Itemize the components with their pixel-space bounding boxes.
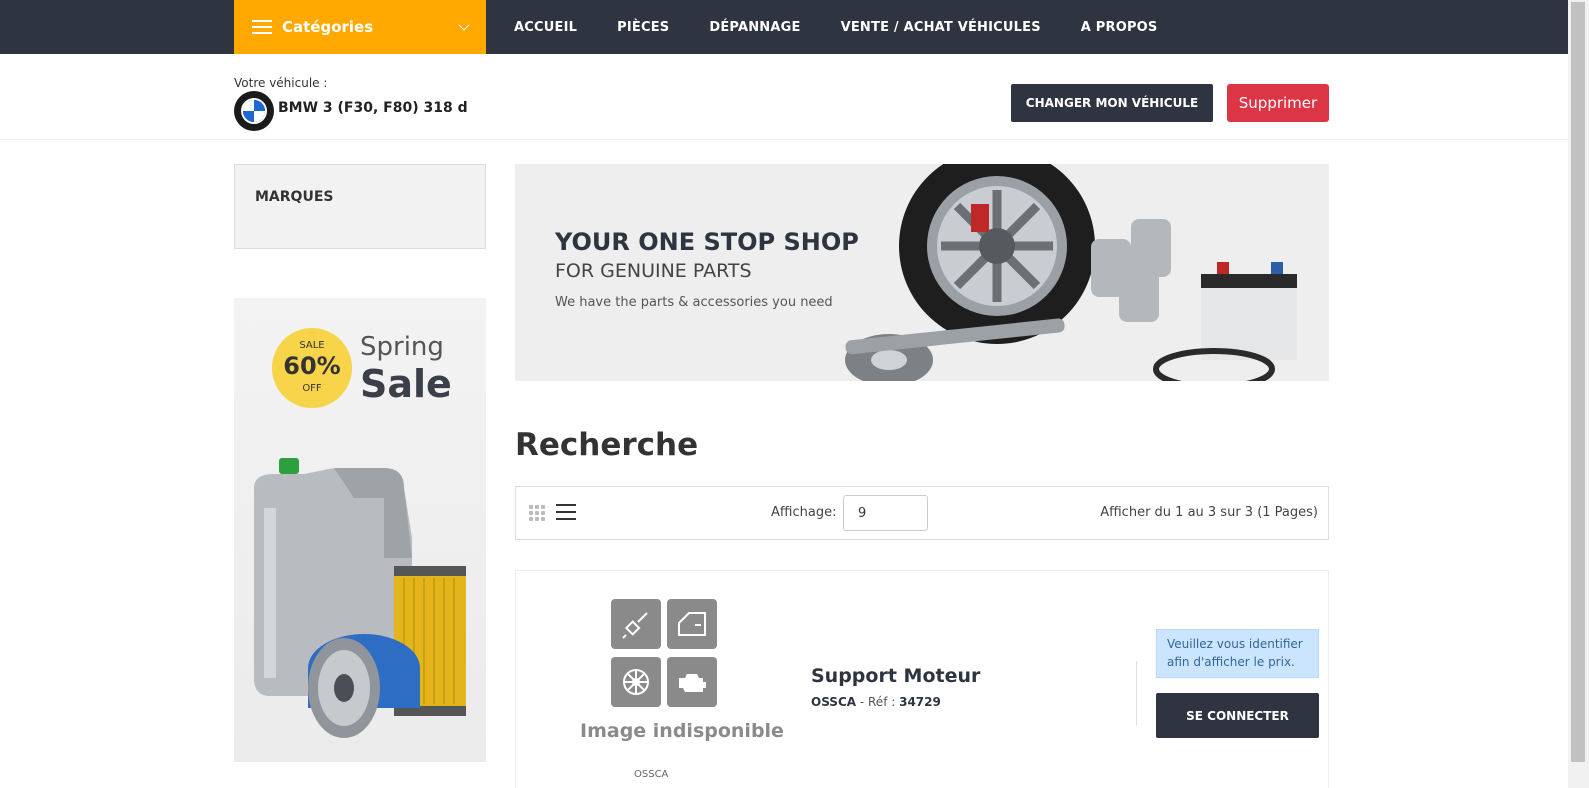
change-vehicle-button[interactable]: CHANGER MON VÉHICULE bbox=[1011, 84, 1213, 122]
wheel-icon bbox=[611, 657, 661, 707]
brands-panel: MARQUES bbox=[234, 164, 486, 249]
product-ref-separator: - Réf : bbox=[856, 695, 900, 709]
car-door-icon bbox=[667, 599, 717, 649]
results-toolbar: Affichage: Afficher du 1 au 3 sur 3 (1 P… bbox=[515, 486, 1329, 540]
hero-title: YOUR ONE STOP SHOP bbox=[555, 228, 859, 256]
hero-subtitle: FOR GENUINE PARTS bbox=[555, 260, 752, 282]
product-ref: 34729 bbox=[899, 695, 941, 709]
grid-view-icon[interactable] bbox=[529, 505, 545, 521]
display-label: Affichage: bbox=[771, 505, 837, 520]
categories-button[interactable]: Catégories bbox=[234, 0, 486, 54]
brands-title: MARQUES bbox=[255, 189, 334, 205]
chevron-down-icon bbox=[458, 19, 470, 31]
nav-a-propos[interactable]: A PROPOS bbox=[1081, 20, 1158, 35]
image-unavailable-placeholder bbox=[611, 599, 721, 709]
product-brand: OSSCA bbox=[811, 695, 857, 709]
page-scrollbar[interactable] bbox=[1568, 0, 1589, 788]
bmw-logo-icon bbox=[234, 91, 274, 131]
main-nav: ACCUEIL PIÈCES DÉPANNAGE VENTE / ACHAT V… bbox=[514, 0, 1198, 54]
price-login-notice: Veuillez vous identifier afin d'afficher… bbox=[1156, 629, 1319, 678]
display-count-input[interactable] bbox=[843, 495, 928, 531]
page-title: Recherche bbox=[515, 427, 699, 463]
product-card: Image indisponible OSSCA Support Moteur … bbox=[515, 570, 1329, 788]
hero-tagline: We have the parts & accessories you need bbox=[555, 295, 833, 310]
categories-label: Catégories bbox=[282, 18, 374, 36]
nav-pieces[interactable]: PIÈCES bbox=[617, 20, 669, 35]
nav-accueil[interactable]: ACCUEIL bbox=[514, 20, 577, 35]
menu-icon bbox=[252, 20, 272, 34]
image-unavailable-text: Image indisponible bbox=[580, 720, 784, 742]
results-count: Afficher du 1 au 3 sur 3 (1 Pages) bbox=[1100, 505, 1318, 520]
oil-can-and-filters-image bbox=[254, 458, 466, 738]
promo-banner[interactable]: SALE 60% OFF Spring Sale bbox=[234, 298, 486, 762]
list-view-icon[interactable] bbox=[556, 504, 576, 520]
product-meta: OSSCA - Réf : 34729 bbox=[811, 695, 941, 709]
hero-banner[interactable]: YOUR ONE STOP SHOP FOR GENUINE PARTS We … bbox=[515, 164, 1329, 381]
car-parts-image bbox=[845, 164, 1297, 381]
spark-plug-icon bbox=[611, 599, 661, 649]
nav-depannage[interactable]: DÉPANNAGE bbox=[709, 20, 800, 35]
login-button[interactable]: SE CONNECTER bbox=[1156, 693, 1319, 738]
scrollbar-thumb[interactable] bbox=[1571, 2, 1585, 762]
card-divider bbox=[1136, 661, 1137, 725]
page: Catégories ACCUEIL PIÈCES DÉPANNAGE VENT… bbox=[0, 0, 1589, 788]
vehicle-label: Votre véhicule : bbox=[234, 76, 328, 90]
nav-vente-achat[interactable]: VENTE / ACHAT VÉHICULES bbox=[841, 20, 1041, 35]
vehicle-bar: Votre véhicule : BMW 3 (F30, F80) 318 d … bbox=[0, 54, 1568, 140]
broken-image-alt: OSSCA bbox=[634, 769, 669, 780]
vehicle-name: BMW 3 (F30, F80) 318 d bbox=[278, 100, 468, 116]
top-navbar: Catégories ACCUEIL PIÈCES DÉPANNAGE VENT… bbox=[0, 0, 1568, 54]
product-name[interactable]: Support Moteur bbox=[811, 665, 980, 687]
engine-icon bbox=[667, 657, 717, 707]
delete-vehicle-button[interactable]: Supprimer bbox=[1227, 84, 1329, 122]
